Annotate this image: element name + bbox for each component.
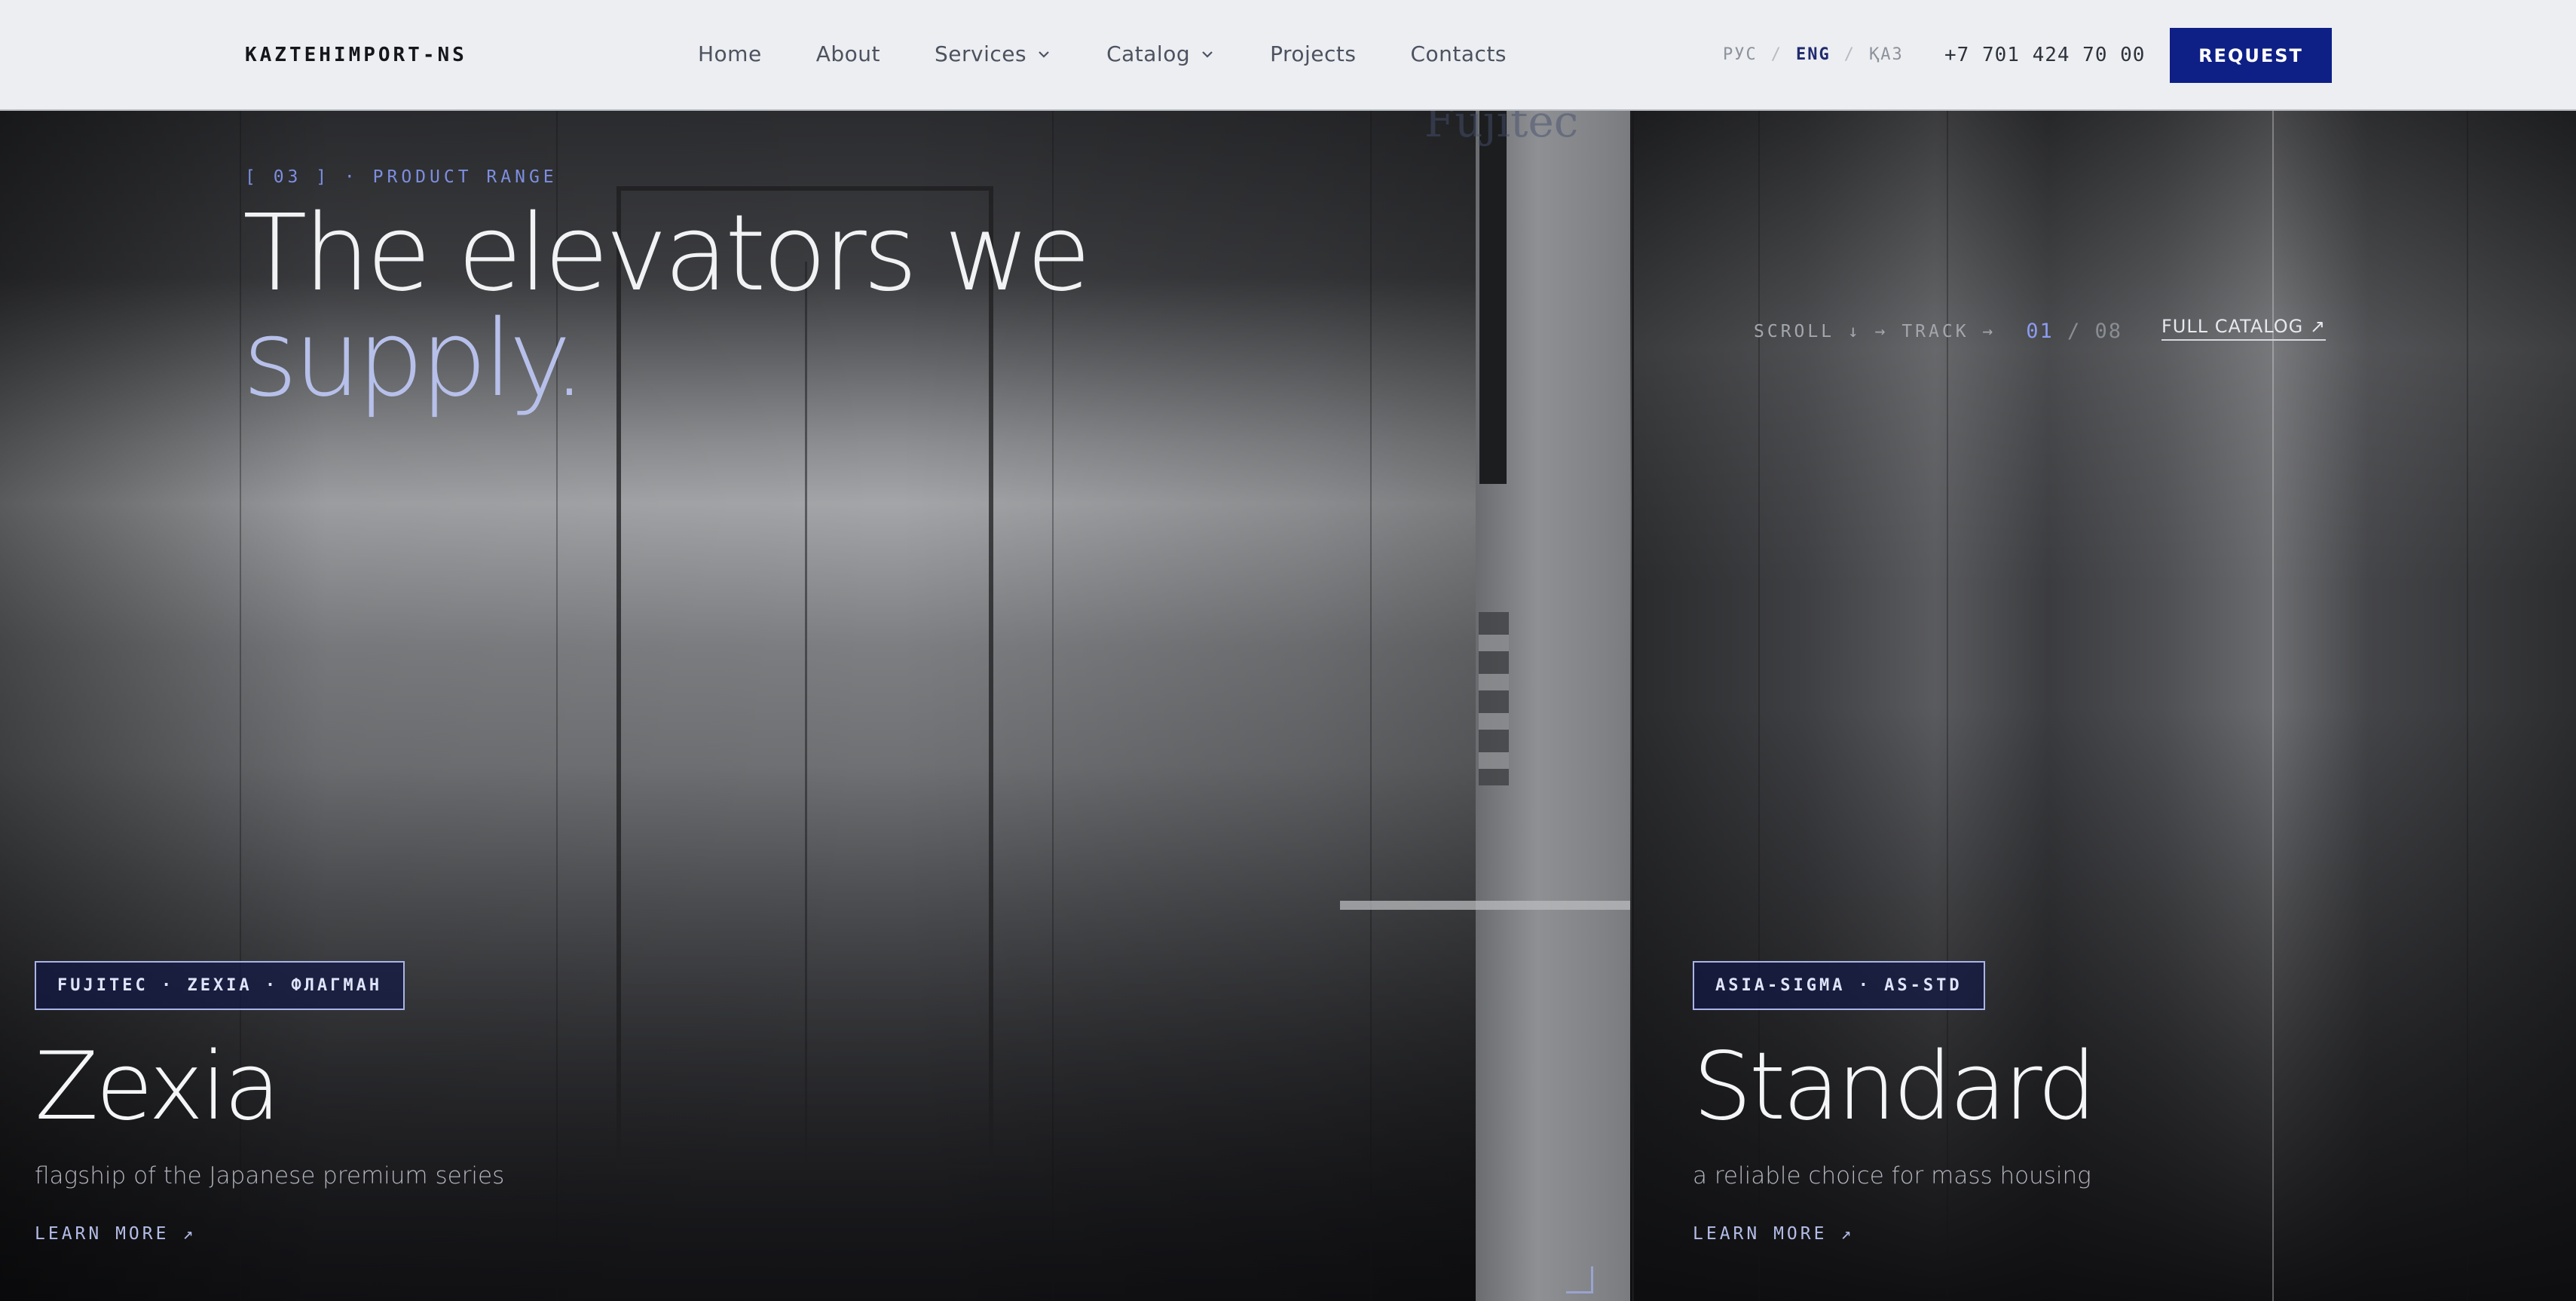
nav-contacts-label: Contacts [1410, 41, 1507, 66]
nav-contacts[interactable]: Contacts [1410, 41, 1507, 66]
site-logo[interactable]: KAZTEHIMPORT-NS [245, 44, 467, 66]
nav-catalog[interactable]: Catalog [1106, 41, 1216, 66]
wall-seam [2467, 111, 2468, 1301]
chevron-down-icon [1199, 46, 1216, 63]
product-subtitle: flagship of the Japanese premium series [35, 1162, 505, 1189]
nav-services[interactable]: Services [935, 41, 1052, 66]
fujitec-brand-mark: Fujitec [1424, 111, 1579, 147]
chevron-down-icon [1036, 46, 1052, 63]
nav-services-label: Services [934, 41, 1027, 66]
cabin-display [1479, 111, 1507, 484]
slide-current: 01 [2026, 320, 2054, 343]
nav-about-label: About [815, 41, 880, 66]
learn-more-link[interactable]: LEARN MORE ↗ [1693, 1224, 2094, 1244]
product-card-zexia[interactable]: FUJITEC · ZEXIA · ФЛАГМАН Zexia flagship… [35, 961, 504, 1244]
phone-link[interactable]: +7 701 424 70 00 [1944, 44, 2145, 66]
slide-separator: / [2053, 320, 2095, 343]
wall-seam [1370, 111, 1372, 1301]
slide-total: 08 [2094, 320, 2123, 343]
nav-catalog-label: Catalog [1106, 41, 1191, 66]
product-tag: ASIA-SIGMA · AS-STD [1693, 961, 1985, 1010]
scroll-tracker: SCROLL ↓ → TRACK → 01 / 08 [1754, 320, 2122, 343]
lang-rus[interactable]: РУС [1723, 45, 1758, 64]
slide-counter: 01 / 08 [2026, 320, 2122, 343]
learn-more-link[interactable]: LEARN MORE ↗ [35, 1224, 504, 1244]
cabin-button-panel [1479, 612, 1509, 785]
nav-projects-label: Projects [1270, 41, 1357, 66]
site-header: KAZTEHIMPORT-NS Home About Services Cata… [0, 0, 2576, 111]
section-eyebrow: [ 03 ] · PRODUCT RANGE [245, 167, 558, 187]
lang-eng[interactable]: ENG [1796, 45, 1831, 64]
product-card-standard[interactable]: ASIA-SIGMA · AS-STD Standard a reliable … [1693, 961, 2097, 1244]
full-catalog-link[interactable]: FULL CATALOG ↗ [2161, 316, 2327, 341]
main-nav: Home About Services Catalog Projects Con… [698, 41, 1561, 66]
headline-line-1: The elevators we [243, 192, 1091, 315]
request-button[interactable]: REQUEST [2170, 28, 2332, 83]
product-subtitle: a reliable choice for mass housing [1693, 1162, 2091, 1189]
hero-headline: The elevators we supply. [243, 201, 1091, 421]
nav-home[interactable]: Home [698, 41, 762, 66]
headline-line-2: supply. [243, 298, 586, 421]
product-range-hero: Fujitec [ 03 ] · PRODUCT RANGE The eleva… [0, 111, 2576, 1301]
wall-seam [2272, 111, 2274, 1301]
corner-bracket-icon [1566, 1266, 1593, 1293]
tracker-label: SCROLL ↓ → TRACK → [1754, 321, 1996, 341]
nav-about[interactable]: About [816, 41, 880, 66]
product-tag: FUJITEC · ZEXIA · ФЛАГМАН [35, 961, 405, 1010]
lang-separator: / [1770, 45, 1782, 64]
nav-home-label: Home [698, 41, 762, 66]
language-switcher: РУС / ENG / ҚАЗ [1723, 45, 1904, 64]
nav-projects[interactable]: Projects [1270, 41, 1356, 66]
product-title: Standard [1693, 1033, 2097, 1141]
lang-kaz[interactable]: ҚАЗ [1869, 45, 1904, 64]
cabin-handrail [1340, 901, 1630, 910]
product-title: Zexia [35, 1033, 281, 1141]
lang-separator: / [1843, 45, 1856, 64]
